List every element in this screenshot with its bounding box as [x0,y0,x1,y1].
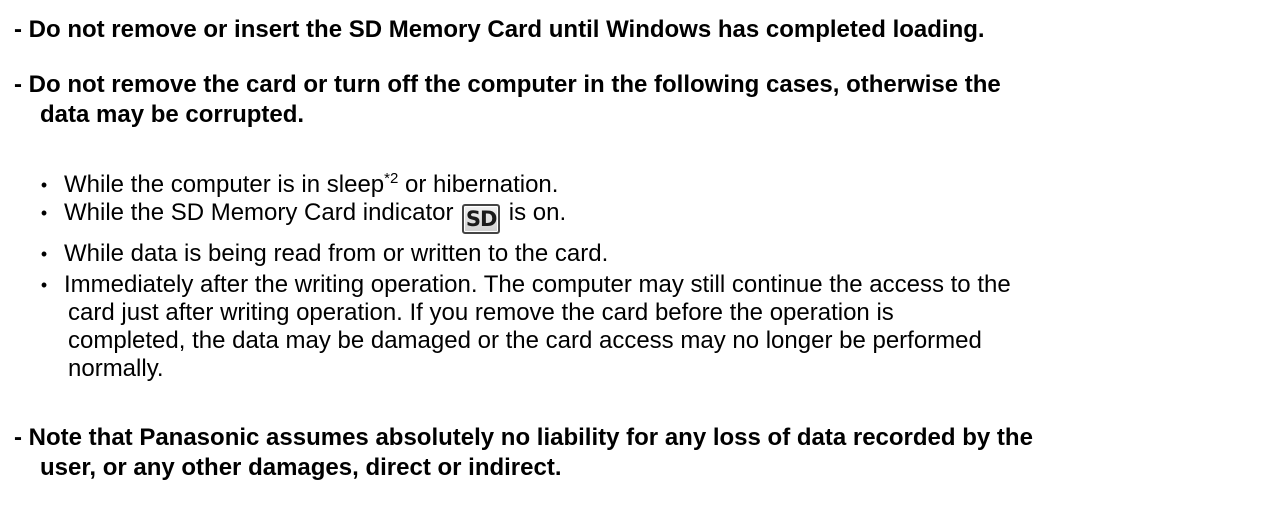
bullet-marker: • [40,275,48,295]
list-item-text: While the SD Memory Card indicator [64,199,461,226]
bullet-marker: • [40,203,48,223]
list-item-text: While the computer is in sleep [64,171,385,198]
list-item-text-line1: Immediately after the writing operation.… [64,271,1011,298]
notice-sd-card-loading: - Do not remove or insert the SD Memory … [14,15,985,45]
notice-text: - Do not remove or insert the SD Memory … [14,16,985,43]
notice-text-line1: - Do not remove the card or turn off the… [14,71,1001,98]
list-item-text-tail: is on. [502,199,567,226]
list-item-writing: • Immediately after the writing operatio… [34,271,1011,383]
bullet-marker: • [40,175,48,195]
notice-text-line2: data may be corrupted. [40,101,305,128]
cases-list-lower: • While data is being read from or writt… [34,240,1011,386]
footnote-marker: *2 [384,170,399,187]
list-item-sleep: • While the computer is in sleep*2 or hi… [34,171,566,199]
sd-indicator-icon: SD [462,204,501,234]
notice-text-line1: - Note that Panasonic assumes absolutely… [14,424,1033,451]
notice-liability: - Note that Panasonic assumes absolutely… [14,423,1033,483]
notice-do-not-remove: - Do not remove the card or turn off the… [14,70,1001,130]
list-item-text-line4: normally. [68,355,164,382]
list-item-text-tail: or hibernation. [398,171,559,198]
list-item-text-line2: card just after writing operation. If yo… [68,299,894,326]
cases-list-upper: • While the computer is in sleep*2 or hi… [34,171,566,234]
list-item-reading: • While data is being read from or writt… [34,240,1011,268]
bullet-marker: • [40,244,48,264]
list-item-text-line3: completed, the data may be damaged or th… [68,327,982,354]
list-item-text: While data is being read from or written… [64,240,609,267]
list-item-indicator: • While the SD Memory Card indicator SD … [34,199,566,234]
notice-text-line2: user, or any other damages, direct or in… [40,454,562,481]
